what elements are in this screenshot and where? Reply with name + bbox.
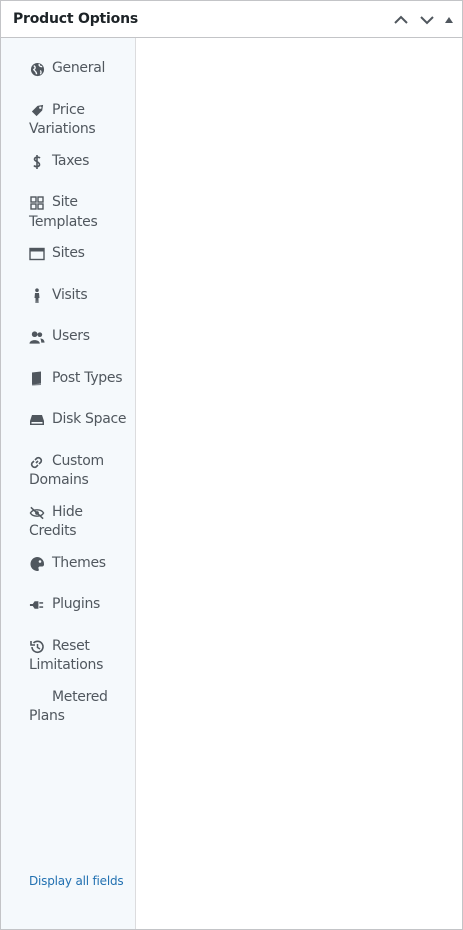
sidebar-item-label: Metered Plans xyxy=(29,688,108,725)
sidebar-item-metered-plans[interactable]: Metered Plans xyxy=(1,682,135,733)
display-all-fields-link[interactable]: Display all fields xyxy=(29,873,129,889)
sidebar-item-themes[interactable]: Themes xyxy=(1,548,135,590)
move-down-button[interactable] xyxy=(414,9,440,31)
users-icon xyxy=(29,329,45,345)
options-sidebar: General Price Variations Taxes Site Temp… xyxy=(1,38,136,929)
chevron-down-icon xyxy=(420,16,434,25)
sidebar-item-taxes[interactable]: Taxes xyxy=(1,146,135,188)
palette-icon xyxy=(29,556,45,572)
toggle-panel-button[interactable] xyxy=(440,9,458,31)
triangle-up-icon xyxy=(445,17,453,23)
sidebar-item-reset-limitations[interactable]: Reset Limitations xyxy=(1,631,135,682)
browser-window-icon xyxy=(29,246,45,262)
sidebar-item-visits[interactable]: Visits xyxy=(1,280,135,322)
sidebar-item-users[interactable]: Users xyxy=(1,321,135,363)
move-up-button[interactable] xyxy=(388,9,414,31)
panel-title: Product Options xyxy=(13,11,138,27)
tag-icon xyxy=(29,103,45,119)
book-icon xyxy=(29,371,45,387)
drive-icon xyxy=(29,412,45,428)
link-icon xyxy=(29,454,45,470)
sidebar-item-sites[interactable]: Sites xyxy=(1,238,135,280)
sidebar-item-post-types[interactable]: Post Types xyxy=(1,363,135,405)
chevron-up-icon xyxy=(394,15,408,24)
product-options-panel: Product Options General Price Variations… xyxy=(0,0,463,930)
history-icon xyxy=(29,639,45,655)
grid-icon xyxy=(29,195,45,211)
panel-header: Product Options xyxy=(1,1,462,38)
sidebar-item-price-variations[interactable]: Price Variations xyxy=(1,95,135,146)
walking-person-icon xyxy=(29,287,45,304)
eye-off-icon xyxy=(29,505,45,521)
globe-icon xyxy=(29,61,45,77)
header-controls xyxy=(388,9,458,31)
sidebar-item-site-templates[interactable]: Site Templates xyxy=(1,187,135,238)
plug-icon xyxy=(29,597,45,613)
sidebar-item-disk-space[interactable]: Disk Space xyxy=(1,404,135,446)
options-content-area xyxy=(136,38,462,929)
dollar-icon xyxy=(29,154,45,170)
sidebar-item-general[interactable]: General xyxy=(1,53,135,95)
sidebar-item-plugins[interactable]: Plugins xyxy=(1,589,135,631)
options-nav: General Price Variations Taxes Site Temp… xyxy=(1,38,135,733)
sidebar-item-custom-domains[interactable]: Custom Domains xyxy=(1,446,135,497)
sidebar-item-hide-credits[interactable]: Hide Credits xyxy=(1,497,135,548)
